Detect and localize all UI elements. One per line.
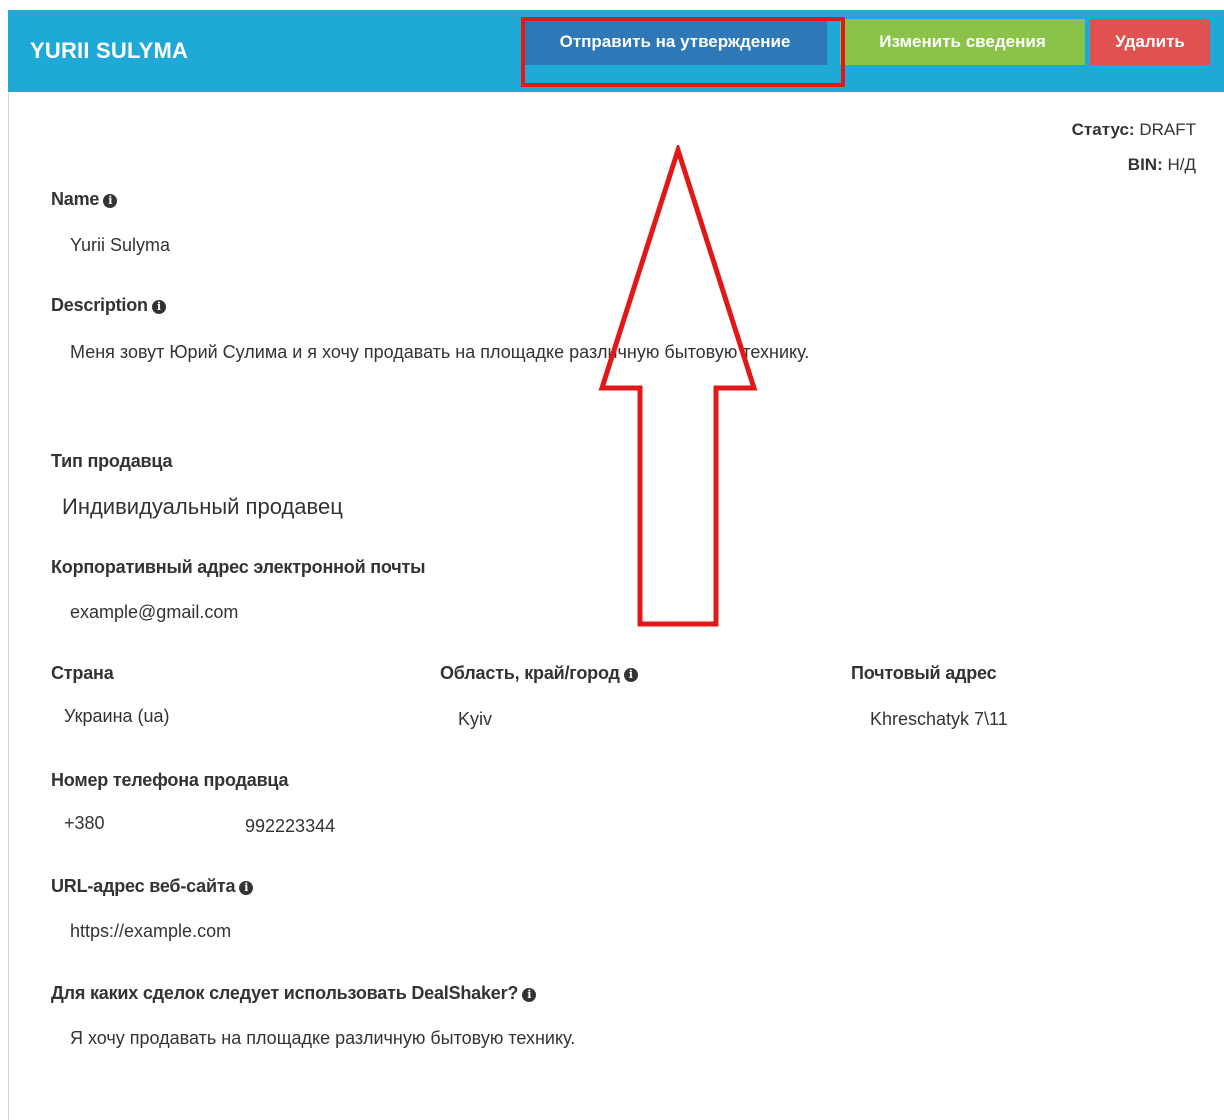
description-label-text: Description <box>51 295 148 315</box>
dealshaker-label-text: Для каких сделок следует использовать De… <box>51 983 519 1003</box>
seller-title: YURII SULYMA <box>30 38 189 63</box>
seller-type-label: Тип продавца <box>51 451 173 471</box>
name-value: Yurii Sulyma <box>70 235 171 255</box>
region-value: Kyiv <box>458 709 493 729</box>
info-icon[interactable]: i <box>151 300 166 314</box>
description-label: Description i <box>51 295 166 316</box>
country-label: Страна <box>51 663 114 683</box>
region-label-text: Область, край/город <box>440 663 620 683</box>
info-icon[interactable]: i <box>623 668 638 682</box>
red-arrow-up-icon <box>598 145 758 627</box>
email-value: example@gmail.com <box>70 602 239 622</box>
info-icon[interactable]: i <box>522 988 537 1002</box>
phone-code: +380 <box>64 813 105 833</box>
info-icon[interactable]: i <box>239 881 254 895</box>
status-line: Статус: DRAFT <box>1072 120 1196 140</box>
status-value: DRAFT <box>1139 120 1196 139</box>
bin-label: BIN: <box>1127 155 1163 174</box>
postal-address-value: Khreschatyk 7\11 <box>870 709 1008 729</box>
bin-line: BIN: Н/Д <box>1128 155 1196 175</box>
postal-address-label: Почтовый адрес <box>851 663 997 683</box>
dealshaker-value: Я хочу продавать на площадке различную б… <box>70 1028 576 1048</box>
name-label-text: Name <box>51 189 100 209</box>
phone-number: 992223344 <box>245 816 336 836</box>
website-label: URL-адрес веб-сайта i <box>51 876 254 897</box>
phone-label: Номер телефона продавца <box>51 770 289 790</box>
country-value: Украина (ua) <box>64 706 170 726</box>
bin-value: Н/Д <box>1167 155 1196 174</box>
info-icon[interactable]: i <box>103 194 118 208</box>
seller-type-value: Индивидуальный продавец <box>62 494 343 519</box>
name-label: Name i <box>51 189 118 210</box>
edit-details-button[interactable]: Изменить сведения <box>840 19 1085 65</box>
delete-button[interactable]: Удалить <box>1090 19 1210 65</box>
website-label-text: URL-адрес веб-сайта <box>51 876 236 896</box>
dealshaker-label: Для каких сделок следует использовать De… <box>51 983 537 1004</box>
status-label: Статус: <box>1071 120 1135 139</box>
website-value[interactable]: https://example.com <box>70 921 231 942</box>
annotation-highlight-box <box>521 17 845 87</box>
region-label: Область, край/город i <box>440 663 638 684</box>
email-label: Корпоративный адрес электронной почты <box>51 557 426 577</box>
